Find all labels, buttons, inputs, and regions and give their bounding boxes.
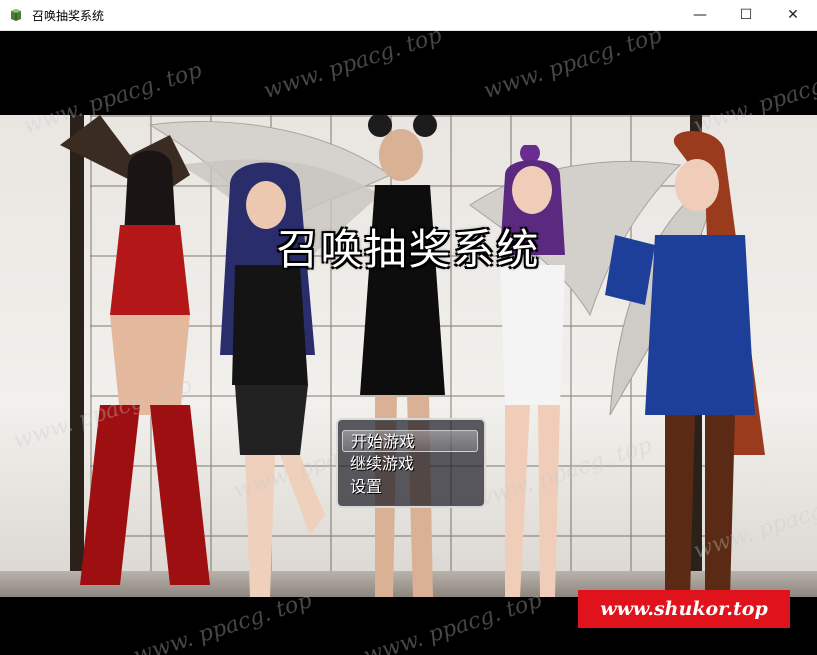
minimize-button[interactable]: — [677,0,723,30]
menu-item-new-game[interactable]: 开始游戏 [342,430,478,452]
game-title: 召唤抽奖系统 [276,225,541,274]
close-button[interactable]: ✕ [769,0,817,30]
character-black-dress [360,115,445,597]
watermark-10: www. ppacg. top [360,587,546,655]
app-icon [9,8,23,22]
watermark-9: www. ppacg. top [130,587,316,655]
window-controls: — ☐ ✕ [677,0,817,30]
window-titlebar: 召唤抽奖系统 — ☐ ✕ [0,0,817,31]
site-badge: www.shukor.top [578,590,790,628]
menu-item-options[interactable]: 设置 [342,476,478,498]
menu-item-continue[interactable]: 继续游戏 [342,453,478,475]
watermark-3: www. ppacg. top [480,31,666,105]
watermark-2: www. ppacg. top [260,31,446,105]
game-canvas[interactable]: www. ppacg. top www. ppacg. top www. ppa… [0,31,817,655]
window-title: 召唤抽奖系统 [32,8,105,23]
maximize-button[interactable]: ☐ [723,0,769,30]
title-menu: 开始游戏 继续游戏 设置 [336,418,486,508]
character-white-swimsuit [500,145,565,597]
title-background [0,115,817,597]
